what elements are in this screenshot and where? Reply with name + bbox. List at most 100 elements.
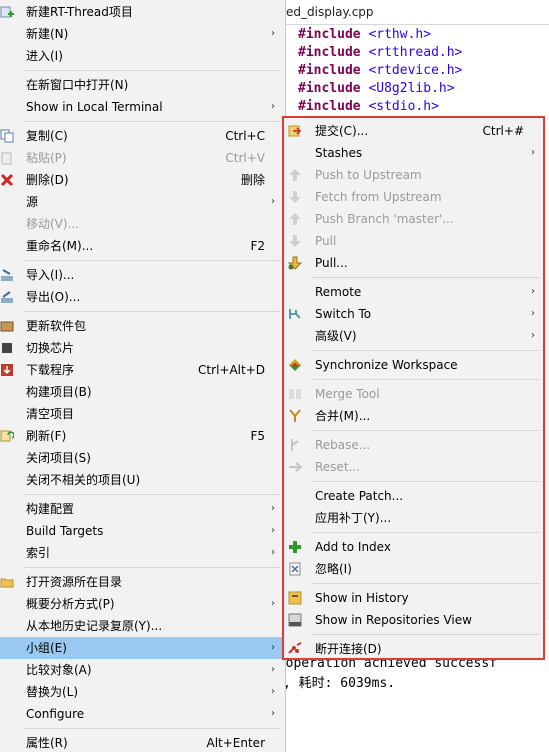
- submenu-item-create-patch[interactable]: Create Patch...: [284, 485, 543, 507]
- chevron-right-icon: ›: [271, 28, 275, 39]
- menu-item-delete[interactable]: 删除(D) 删除: [0, 169, 285, 191]
- push-upstream-icon: [287, 167, 303, 183]
- submenu-item-add-to-index[interactable]: Add to Index: [284, 536, 543, 558]
- code-line: #include <rthw.h>: [298, 27, 432, 42]
- menu-item-refresh[interactable]: 刷新(F) F5: [0, 425, 285, 447]
- menu-item-build-configurations[interactable]: 构建配置 ›: [0, 498, 285, 520]
- submenu-item-advanced[interactable]: 高级(V) ›: [284, 325, 543, 347]
- menu-item-close-project[interactable]: 关闭项目(S): [0, 447, 285, 469]
- menu-item-rename[interactable]: 重命名(M)... F2: [0, 235, 285, 257]
- menu-item-switch-chip[interactable]: 切换芯片: [0, 337, 285, 359]
- submenu-item-reset[interactable]: Reset...: [284, 456, 543, 478]
- submenu-item-show-in-history[interactable]: Show in History: [284, 587, 543, 609]
- submenu-item-commit[interactable]: 提交(C)... Ctrl+#: [284, 120, 543, 142]
- chevron-right-icon: ›: [271, 642, 275, 653]
- menu-separator: [24, 121, 280, 122]
- add-index-icon: [287, 539, 303, 555]
- submenu-item-remote[interactable]: Remote ›: [284, 281, 543, 303]
- submenu-item-apply-patch[interactable]: 应用补丁(Y)...: [284, 507, 543, 529]
- chevron-right-icon: ›: [531, 330, 535, 341]
- refresh-icon: [0, 428, 14, 444]
- submenu-item-synchronize-workspace[interactable]: Synchronize Workspace: [284, 354, 543, 376]
- submenu-item-push-branch[interactable]: Push Branch 'master'...: [284, 208, 543, 230]
- chevron-right-icon: ›: [271, 547, 275, 558]
- menu-item-import[interactable]: 导入(I)...: [0, 264, 285, 286]
- menu-separator: [312, 481, 540, 482]
- submenu-item-show-in-repositories-view[interactable]: Show in Repositories View: [284, 609, 543, 631]
- menu-separator: [312, 277, 540, 278]
- menu-item-configure[interactable]: Configure ›: [0, 703, 285, 725]
- submenu-item-merge[interactable]: 合并(M)...: [284, 405, 543, 427]
- menu-item-index[interactable]: 索引 ›: [0, 542, 285, 564]
- submenu-item-switch-to[interactable]: Switch To ›: [284, 303, 543, 325]
- chevron-right-icon: ›: [271, 503, 275, 514]
- menu-separator: [24, 311, 280, 312]
- menu-item-move[interactable]: 移动(V)...: [0, 213, 285, 235]
- chip-icon: [0, 340, 14, 356]
- menu-separator: [24, 70, 280, 71]
- submenu-item-stashes[interactable]: Stashes ›: [284, 142, 543, 164]
- menu-item-paste[interactable]: 粘贴(P) Ctrl+V: [0, 147, 285, 169]
- chevron-right-icon: ›: [271, 664, 275, 675]
- menu-separator: [24, 260, 280, 261]
- chevron-right-icon: ›: [271, 101, 275, 112]
- console-line: 毕, 耗时: 6039ms.: [270, 676, 396, 691]
- menu-item-source[interactable]: 源 ›: [0, 191, 285, 213]
- chevron-right-icon: ›: [531, 308, 535, 319]
- menu-item-new[interactable]: 新建(N) ›: [0, 23, 285, 45]
- rebase-icon: [287, 437, 303, 453]
- submenu-item-rebase[interactable]: Rebase...: [284, 434, 543, 456]
- menu-item-profile-as[interactable]: 概要分析方式(P) ›: [0, 593, 285, 615]
- folder-icon: [0, 574, 14, 590]
- menu-item-compare-with[interactable]: 比较对象(A) ›: [0, 659, 285, 681]
- code-line: #include <rtdevice.h>: [298, 63, 463, 78]
- menu-separator: [312, 583, 540, 584]
- menu-item-download-program[interactable]: 下载程序 Ctrl+Alt+D: [0, 359, 285, 381]
- team-submenu: 提交(C)... Ctrl+# Stashes › Push to Upstre…: [282, 116, 545, 660]
- submenu-item-ignore[interactable]: 忽略(I): [284, 558, 543, 580]
- submenu-item-fetch-from-upstream[interactable]: Fetch from Upstream: [284, 186, 543, 208]
- menu-separator: [312, 379, 540, 380]
- menu-item-team[interactable]: 小组(E) ›: [0, 637, 285, 659]
- commit-icon: [287, 123, 303, 139]
- chevron-right-icon: ›: [271, 708, 275, 719]
- synchronize-icon: [287, 357, 303, 373]
- menu-item-open-new-window[interactable]: 在新窗口中打开(N): [0, 74, 285, 96]
- submenu-item-disconnect[interactable]: 断开连接(D): [284, 638, 543, 660]
- menu-item-copy[interactable]: 复制(C) Ctrl+C: [0, 125, 285, 147]
- download-icon: [0, 362, 14, 378]
- menu-item-clean-project[interactable]: 清空项目: [0, 403, 285, 425]
- submenu-item-pull-dialog[interactable]: Pull...: [284, 252, 543, 274]
- menu-item-close-unrelated-projects[interactable]: 关闭不相关的项目(U): [0, 469, 285, 491]
- menu-item-build-project[interactable]: 构建项目(B): [0, 381, 285, 403]
- menu-item-show-local-terminal[interactable]: Show in Local Terminal ›: [0, 96, 285, 118]
- disconnect-icon: [287, 641, 303, 657]
- menu-item-new-rtthread-project[interactable]: 新建RT-Thread项目: [0, 1, 285, 23]
- chevron-right-icon: ›: [271, 525, 275, 536]
- merge-icon: [287, 408, 303, 424]
- reset-icon: [287, 459, 303, 475]
- context-menu: 新建RT-Thread项目 新建(N) › 进入(I) 在新窗口中打开(N) S…: [0, 0, 286, 752]
- new-project-icon: [0, 4, 14, 20]
- menu-item-go-into[interactable]: 进入(I): [0, 45, 285, 67]
- submenu-item-push-to-upstream[interactable]: Push to Upstream: [284, 164, 543, 186]
- submenu-item-merge-tool[interactable]: Merge Tool: [284, 383, 543, 405]
- chevron-right-icon: ›: [271, 196, 275, 207]
- copy-icon: [0, 128, 14, 144]
- history-icon: [287, 590, 303, 606]
- menu-item-update-packages[interactable]: 更新软件包: [0, 315, 285, 337]
- editor-tab-divider: [270, 24, 549, 25]
- switch-branch-icon: [287, 306, 303, 322]
- code-line: #include <stdio.h>: [298, 99, 439, 114]
- menu-item-properties[interactable]: 属性(R) Alt+Enter: [0, 732, 285, 752]
- menu-item-restore-from-local-history[interactable]: 从本地历史记录复原(Y)...: [0, 615, 285, 637]
- menu-item-build-targets[interactable]: Build Targets ›: [0, 520, 285, 542]
- import-icon: [0, 267, 14, 283]
- paste-icon: [0, 150, 14, 166]
- delete-icon: [0, 172, 14, 188]
- menu-item-replace-with[interactable]: 替换为(L) ›: [0, 681, 285, 703]
- menu-item-open-resource-directory[interactable]: 打开资源所在目录: [0, 571, 285, 593]
- pull-dialog-icon: [287, 255, 303, 271]
- submenu-item-pull[interactable]: Pull: [284, 230, 543, 252]
- menu-item-export[interactable]: 导出(O)...: [0, 286, 285, 308]
